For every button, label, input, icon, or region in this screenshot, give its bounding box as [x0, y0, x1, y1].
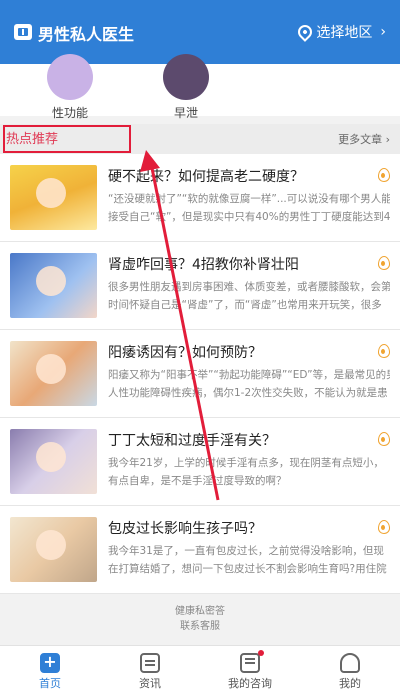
- category-icon: [163, 54, 209, 100]
- article-item[interactable]: 包皮过长影响生孩子吗？ 我今年31是了，一直有包皮过长，之前觉得没啥影响，但现在…: [0, 506, 400, 594]
- article-item[interactable]: 硬不起来？如何提高老二硬度？ “还没硬就射了”“软的就像豆腐一样”...可以说没…: [0, 154, 400, 242]
- article-summary: 阳痿又称为“阳事不举”“勃起功能障碍”“ED”等，是最常见的男 人性功能障碍性疾病…: [108, 366, 390, 402]
- summary-line: 有点自卑，是不是手淫过度导致的啊？: [108, 475, 287, 487]
- summary-line: 很多男性朋友遇到房事困难、体质变差，或者腰膝酸软，会第一: [108, 281, 390, 293]
- highlight-box: [3, 125, 131, 153]
- hot-fire-icon: [378, 344, 390, 358]
- article-list: 硬不起来？如何提高老二硬度？ “还没硬就射了”“软的就像豆腐一样”...可以说没…: [0, 154, 400, 594]
- article-item[interactable]: 丁丁太短和过度手淫有关？ 我今年21岁，上学的时候手淫有点多，现在阴茎有点短小，…: [0, 418, 400, 506]
- article-summary: 很多男性朋友遇到房事困难、体质变差，或者腰膝酸软，会第一 时间怀疑自己是“肾虚”了…: [108, 278, 390, 314]
- region-selector[interactable]: 选择地区 ›: [295, 22, 386, 42]
- tab-label: 我的咨询: [228, 677, 272, 690]
- hot-fire-icon: [378, 432, 390, 446]
- footer-link[interactable]: 联系客服: [0, 619, 400, 634]
- category-icon: [47, 54, 93, 100]
- tab-label: 资讯: [139, 677, 161, 690]
- category-premature-ejaculation[interactable]: 早泄: [156, 54, 216, 121]
- chevron-right-icon: ›: [385, 133, 390, 146]
- more-articles-link[interactable]: 更多文章 ›: [338, 131, 390, 147]
- category-sexual-function[interactable]: 性功能: [40, 54, 100, 121]
- footer-links: 健康私密答 联系客服: [0, 604, 400, 642]
- hot-fire-icon: [378, 168, 390, 182]
- category-label: 性功能: [51, 106, 88, 120]
- article-thumbnail: [10, 165, 97, 230]
- article-summary: “还没硬就射了”“软的就像豆腐一样”...可以说没有哪个男人能 接受自己“软”，但…: [108, 190, 390, 226]
- article-thumbnail: [10, 517, 97, 582]
- article-title: 肾虚咋回事？4招教你补肾壮阳: [108, 257, 299, 273]
- summary-line: “还没硬就射了”“软的就像豆腐一样”...可以说没有哪个男人能: [108, 193, 390, 205]
- tab-profile[interactable]: 我的: [300, 646, 400, 697]
- hot-fire-icon: [378, 520, 390, 534]
- hot-fire-icon: [378, 256, 390, 270]
- article-title: 阳痿诱因有？如何预防？: [108, 345, 262, 361]
- footer-link[interactable]: 健康私密答: [0, 604, 400, 619]
- news-card-icon: [140, 653, 160, 673]
- article-item[interactable]: 肾虚咋回事？4招教你补肾壮阳 很多男性朋友遇到房事困难、体质变差，或者腰膝酸软，…: [0, 242, 400, 330]
- profile-user-icon: [340, 653, 360, 673]
- summary-line: 我今年31是了，一直有包皮过长，之前觉得没啥影响，但现: [108, 545, 384, 557]
- tab-home[interactable]: 首页: [0, 646, 100, 697]
- app-title: 男性私人医生: [38, 25, 135, 44]
- home-plus-icon: [40, 652, 60, 673]
- summary-line: 时间怀疑自己是“肾虚”了，而“肾虚”也常用来开玩笑，很多: [108, 299, 382, 311]
- bottom-tab-bar: 首页 资讯 我的咨询 我的: [0, 645, 400, 697]
- summary-line: 接受自己“软”，但是现实中只有40%的男性丁丁硬度能达到4: [108, 211, 390, 223]
- tab-news[interactable]: 资讯: [100, 646, 200, 697]
- hot-section-header: 热点推荐 更多文章 ›: [0, 124, 400, 154]
- article-title: 丁丁太短和过度手淫有关？: [108, 433, 276, 449]
- medical-kit-icon: [14, 24, 32, 40]
- summary-line: 在打算结婚了，想问一下包皮过长不割会影响生育吗?用住院: [108, 563, 387, 575]
- article-thumbnail: [10, 253, 97, 318]
- article-summary: 我今年31是了，一直有包皮过长，之前觉得没啥影响，但现 在打算结婚了，想问一下包皮…: [108, 542, 390, 578]
- summary-line: 人性功能障碍性疾病，偶尔1-2次性交失败，不能认为就是患: [108, 387, 388, 399]
- article-thumbnail: [10, 341, 97, 406]
- summary-line: 我今年21岁，上学的时候手淫有点多，现在阴茎有点短小，: [108, 457, 384, 469]
- article-title: 包皮过长影响生孩子吗？: [108, 521, 262, 537]
- tab-label: 我的: [339, 677, 361, 690]
- article-summary: 我今年21岁，上学的时候手淫有点多，现在阴茎有点短小， 有点自卑，是不是手淫过度导…: [108, 454, 390, 490]
- category-label: 早泄: [173, 106, 198, 120]
- chevron-right-icon: ›: [380, 24, 386, 40]
- summary-line: 阳痿又称为“阳事不举”“勃起功能障碍”“ED”等，是最常见的男: [108, 369, 390, 381]
- article-item[interactable]: 阳痿诱因有？如何预防？ 阳痿又称为“阳事不举”“勃起功能障碍”“ED”等，是最常…: [0, 330, 400, 418]
- article-thumbnail: [10, 429, 97, 494]
- location-pin-icon: [295, 22, 316, 42]
- region-label: 选择地区: [316, 25, 373, 41]
- notification-badge: [258, 650, 264, 656]
- tab-label: 首页: [39, 677, 61, 690]
- more-articles-label: 更多文章: [338, 133, 383, 146]
- tab-my-consultations[interactable]: 我的咨询: [200, 646, 300, 697]
- article-title: 硬不起来？如何提高老二硬度？: [108, 169, 304, 185]
- consult-message-icon: [240, 653, 260, 673]
- category-strip: 性功能 早泄: [0, 54, 400, 120]
